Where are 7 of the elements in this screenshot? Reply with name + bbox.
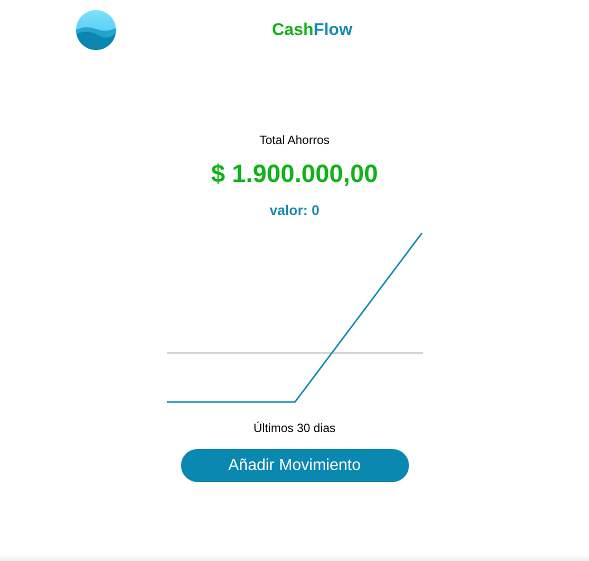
add-movement-button[interactable]: Añadir Movimiento [180, 449, 408, 482]
total-label: Total Ahorros [259, 133, 330, 147]
total-amount: $ 1.900.000,00 [211, 160, 378, 189]
chart-caption: Últimos 30 dias [253, 421, 336, 435]
logo-icon [76, 10, 116, 50]
value-text: valor: 0 [270, 202, 320, 218]
app-title: CashFlow [272, 20, 352, 40]
